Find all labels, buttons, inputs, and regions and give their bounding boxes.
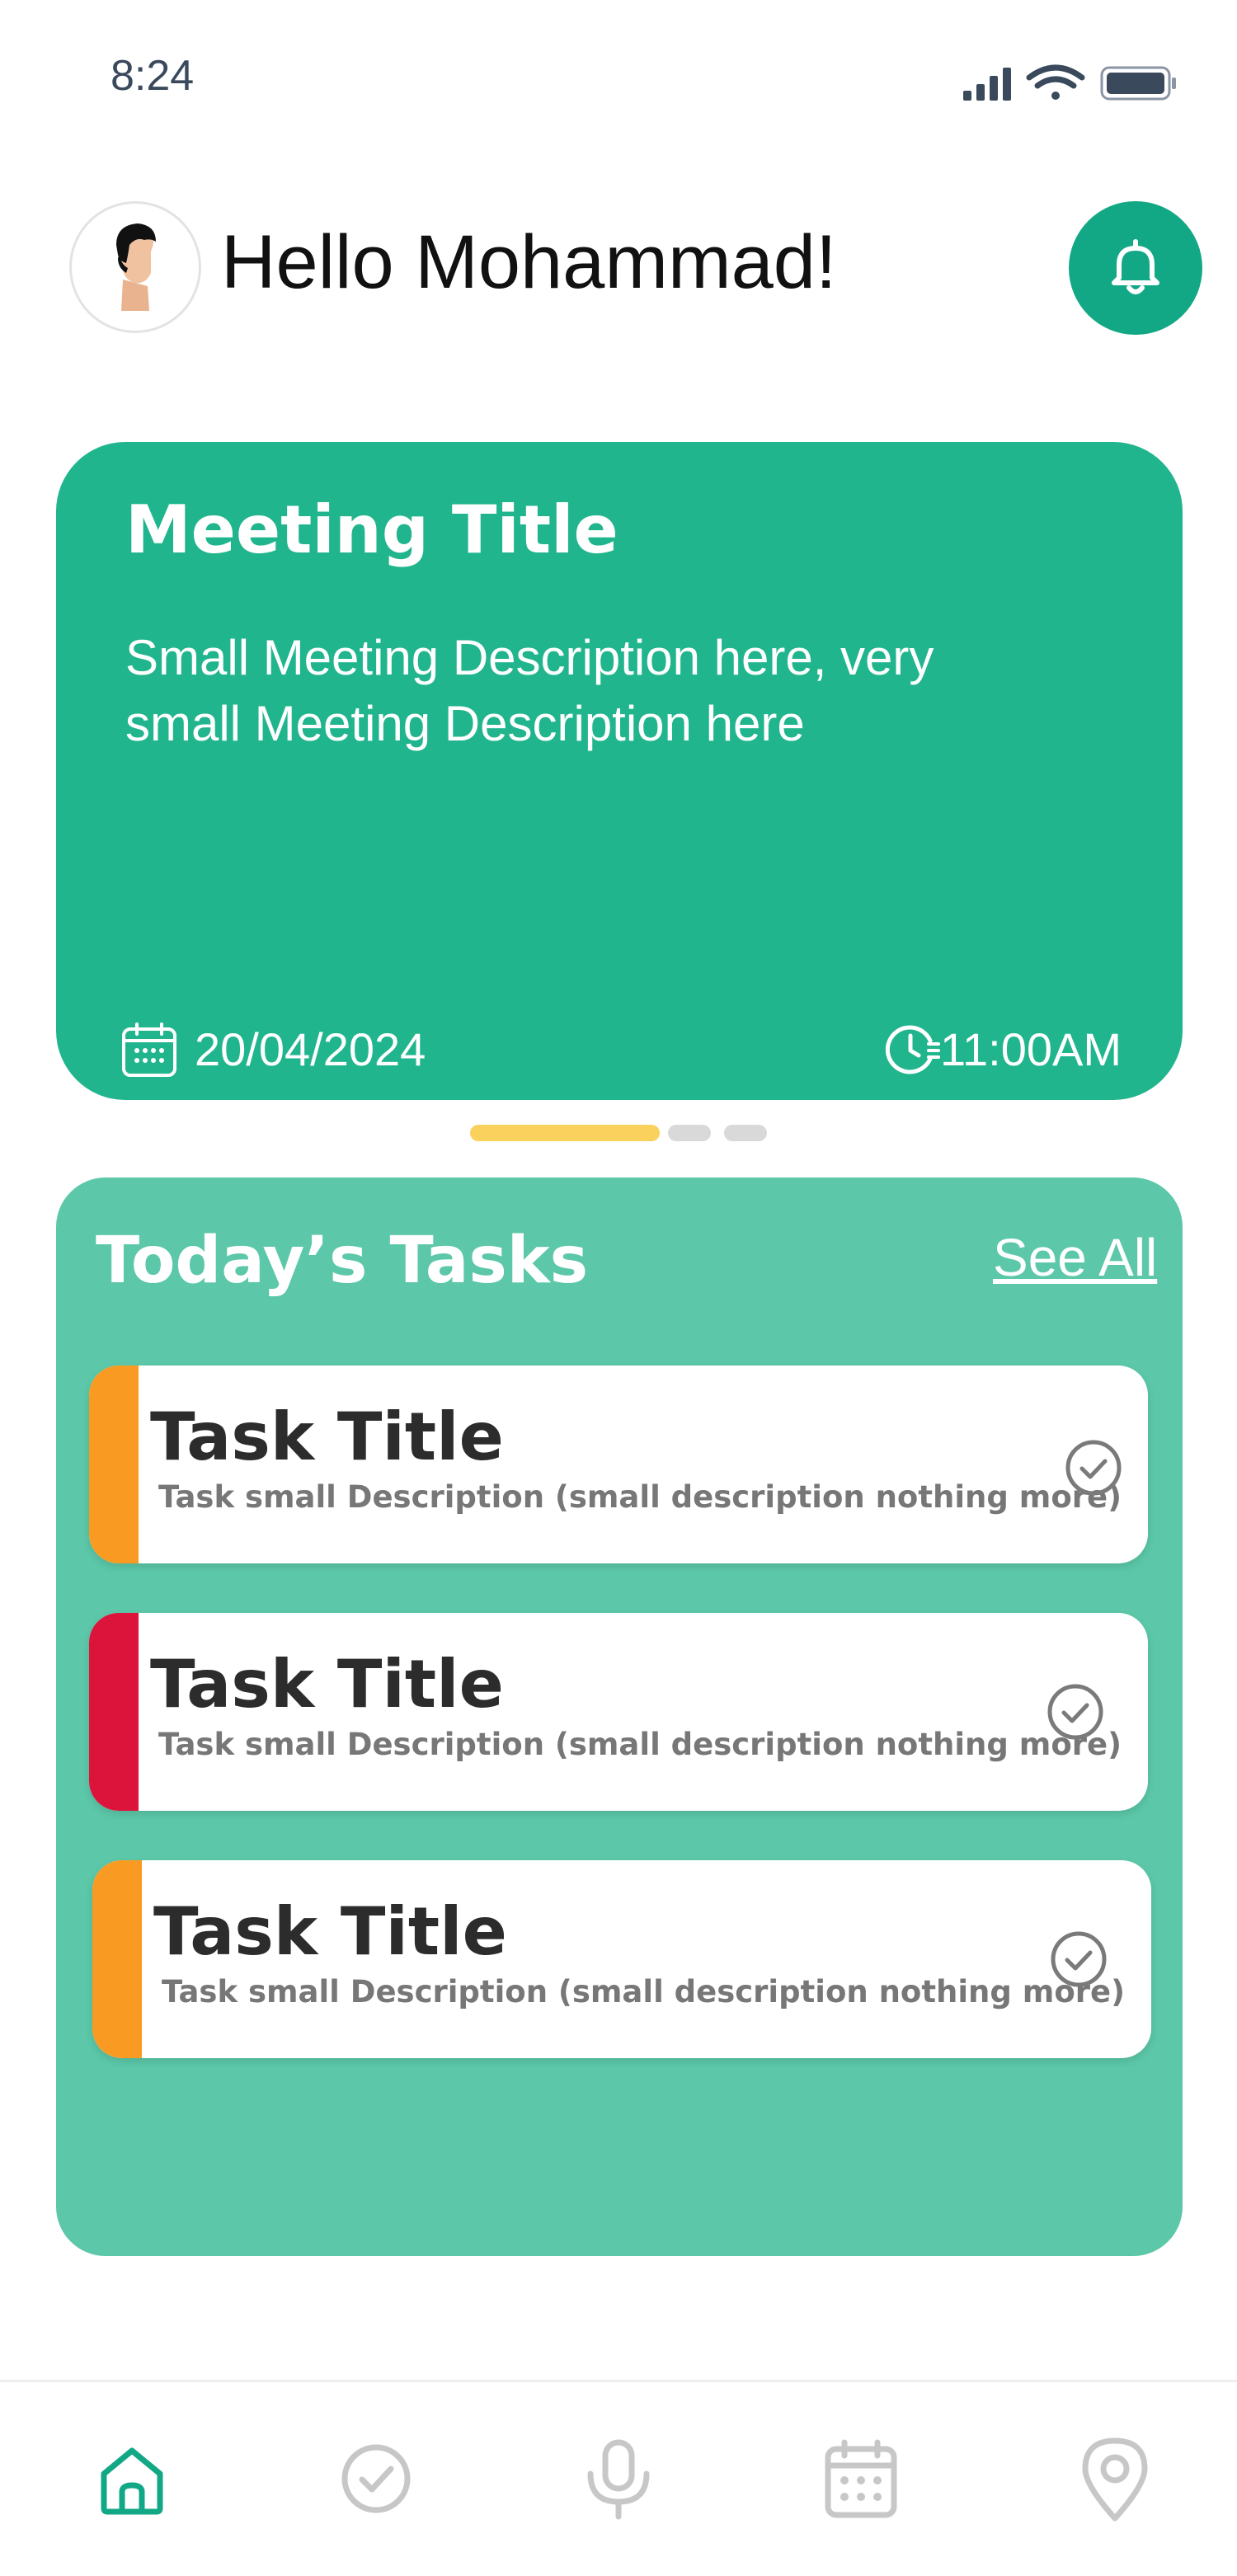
home-icon	[101, 2447, 163, 2515]
task-card[interactable]: Task Title Task small Description (small…	[92, 1860, 1151, 2058]
location-pin-icon	[1082, 2437, 1148, 2522]
see-all-link[interactable]: See All	[993, 1227, 1157, 1288]
bell-icon	[1112, 239, 1159, 294]
meeting-date: 20/04/2024	[195, 1023, 426, 1075]
signal-icon	[963, 68, 1011, 101]
carousel-dot-active[interactable]	[470, 1125, 660, 1141]
avatar[interactable]	[69, 201, 201, 333]
check-circle-icon[interactable]	[1049, 1930, 1108, 1989]
carousel-dot[interactable]	[668, 1125, 711, 1141]
check-circle-icon	[341, 2444, 411, 2513]
nav-tasks[interactable]	[335, 2437, 417, 2520]
task-description: Task small Description (small descriptio…	[158, 1479, 1122, 1515]
calendar-icon	[825, 2439, 897, 2518]
priority-indicator	[92, 1860, 142, 2058]
priority-indicator	[89, 1366, 139, 1563]
nav-home[interactable]	[91, 2437, 173, 2520]
clock-icon	[884, 1022, 942, 1077]
task-description: Task small Description (small descriptio…	[162, 1974, 1125, 2010]
microphone-icon	[587, 2439, 650, 2520]
task-description: Task small Description (small descriptio…	[158, 1727, 1122, 1762]
calendar-icon	[120, 1021, 178, 1079]
task-card[interactable]: Task Title Task small Description (small…	[89, 1613, 1148, 1811]
check-circle-icon[interactable]	[1064, 1438, 1123, 1497]
priority-indicator	[89, 1613, 139, 1811]
status-time: 8:24	[111, 52, 195, 100]
tasks-heading: Today’s Tasks	[96, 1224, 589, 1298]
meeting-description: Small Meeting Description here, very sma…	[125, 630, 934, 751]
task-title: Task Title	[150, 1646, 504, 1723]
meeting-time: 11:00AM	[940, 1023, 1122, 1075]
carousel-dot[interactable]	[724, 1125, 767, 1141]
battery-icon	[1100, 66, 1176, 101]
wifi-icon	[1026, 64, 1085, 100]
status-icons	[957, 63, 1179, 104]
nav-location[interactable]	[1074, 2434, 1156, 2522]
nav-calendar[interactable]	[820, 2437, 902, 2520]
greeting-title: Hello Mohammad!	[221, 220, 837, 304]
user-avatar-icon	[116, 223, 156, 311]
notification-button[interactable]	[1069, 201, 1202, 335]
task-title: Task Title	[153, 1893, 507, 1970]
task-title: Task Title	[150, 1398, 504, 1475]
task-card[interactable]: Task Title Task small Description (small…	[89, 1366, 1148, 1563]
nav-voice[interactable]	[577, 2437, 660, 2520]
meeting-title: Meeting Title	[125, 491, 618, 568]
check-circle-icon[interactable]	[1046, 1682, 1105, 1742]
